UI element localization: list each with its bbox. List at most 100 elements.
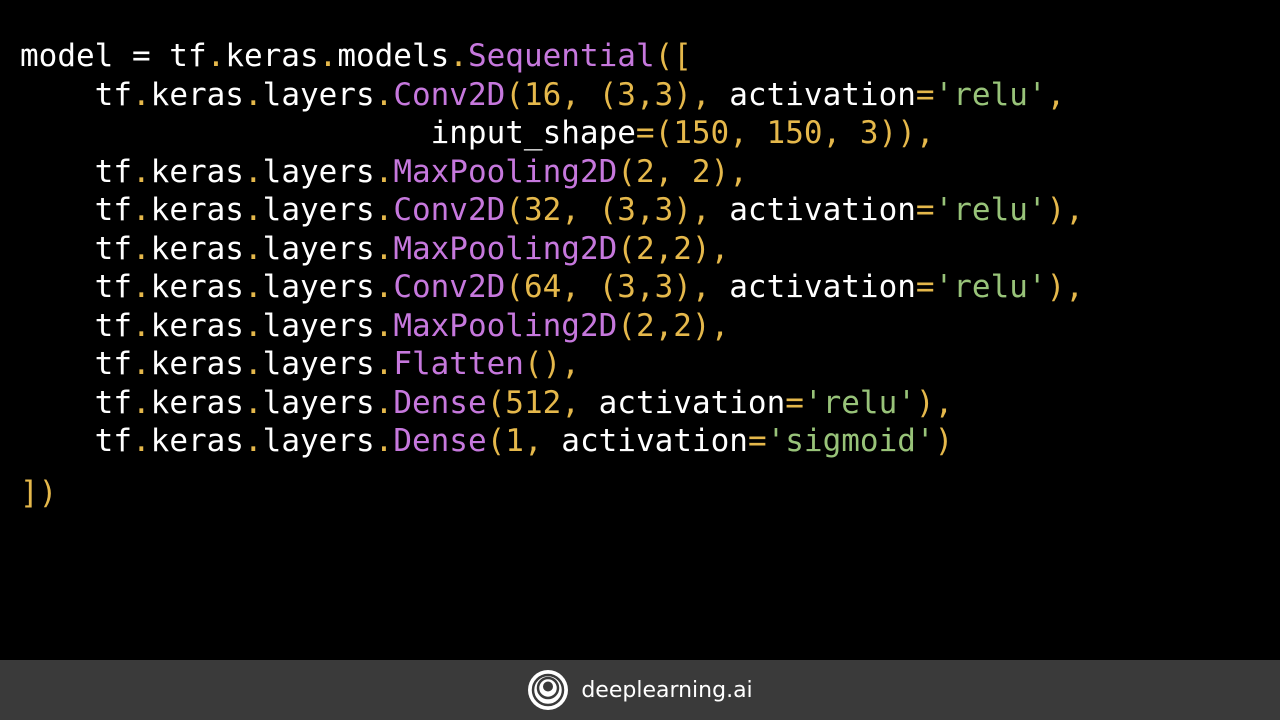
code-token-plain: keras: [225, 38, 319, 74]
code-line: tf.keras.layers.Dense(512, activation='r…: [20, 384, 1084, 423]
code-token-punct: ),: [1046, 192, 1084, 228]
code-token-punct: (64, (3,3),: [505, 269, 730, 305]
code-token-plain: tf: [20, 76, 132, 113]
code-token-punct: .: [131, 230, 151, 267]
code-token-punct: (512,: [486, 384, 599, 421]
code-line: tf.keras.layers.Conv2D(64, (3,3), activa…: [20, 268, 1084, 307]
code-token-punct: ): [934, 423, 954, 459]
code-token-plain: tf: [20, 153, 132, 190]
code-token-punct: (2,2),: [617, 307, 730, 344]
code-line: input_shape=(150, 150, 3)),: [20, 114, 1084, 153]
footer-bar: deeplearning.ai: [0, 660, 1280, 720]
code-token-punct: .: [374, 269, 394, 305]
code-token-plain: tf: [20, 307, 132, 344]
code-token-punct: .: [243, 384, 263, 421]
code-token-plain: keras: [150, 153, 244, 190]
code-token-plain: activation: [729, 192, 916, 228]
code-token-punct: .: [206, 38, 226, 74]
code-token-punct: =: [915, 192, 935, 228]
code-token-punct: (2,2),: [617, 230, 730, 267]
code-token-plain: model = tf: [20, 38, 207, 74]
code-token-punct: .: [374, 230, 394, 267]
code-token-punct: .: [131, 346, 151, 382]
code-token-punct: .: [243, 192, 263, 228]
code-token-call: Conv2D: [393, 192, 506, 228]
code-token-call: MaxPooling2D: [393, 307, 618, 344]
code-token-punct: .: [131, 76, 151, 113]
code-token-punct: ),: [915, 384, 954, 421]
code-token-punct: ),: [1046, 269, 1084, 305]
code-token-plain: keras: [150, 230, 244, 267]
code-block: model = tf.keras.models.Sequential([ tf.…: [20, 37, 1084, 526]
code-token-plain: keras: [150, 192, 244, 228]
code-token-plain: layers: [262, 307, 375, 344]
code-token-punct: (2, 2),: [617, 153, 748, 190]
code-line: tf.keras.layers.Flatten(),: [20, 345, 1084, 384]
code-token-punct: .: [374, 307, 394, 344]
code-token-plain: layers: [262, 346, 375, 382]
code-token-punct: .: [243, 153, 263, 190]
code-token-plain: input_shape: [20, 115, 636, 151]
code-token-call: Dense: [393, 384, 487, 421]
code-token-punct: .: [243, 346, 263, 382]
code-token-punct: .: [449, 38, 468, 74]
code-token-punct: .: [243, 423, 263, 459]
code-token-plain: tf: [20, 269, 132, 305]
code-token-punct: ([: [654, 38, 692, 74]
code-token-punct: =: [915, 269, 935, 305]
code-token-punct: .: [243, 76, 263, 113]
slide: model = tf.keras.models.Sequential([ tf.…: [0, 0, 1280, 720]
code-token-call: Sequential: [467, 38, 655, 74]
brand-name: deeplearning.ai: [581, 677, 753, 703]
code-token-punct: .: [243, 269, 263, 305]
code-token-punct: =(150, 150, 3)),: [635, 115, 935, 151]
code-token-punct: .: [374, 423, 394, 459]
code-line: tf.keras.layers.Dense(1, activation='sig…: [20, 422, 1084, 461]
code-token-plain: activation: [598, 384, 786, 421]
code-token-plain: layers: [262, 76, 375, 113]
code-token-punct: (1,: [486, 423, 562, 459]
code-token-plain: keras: [150, 307, 244, 344]
code-token-plain: keras: [150, 423, 244, 459]
code-line: ]): [20, 474, 1084, 526]
code-token-punct: .: [318, 38, 338, 74]
code-token-plain: keras: [150, 76, 244, 113]
code-token-plain: layers: [262, 423, 375, 459]
code-token-punct: ,: [1046, 76, 1066, 113]
code-token-plain: keras: [150, 269, 244, 305]
code-token-plain: models: [337, 38, 450, 74]
code-token-punct: .: [374, 76, 394, 113]
code-token-punct: .: [374, 346, 394, 382]
code-token-punct: .: [243, 307, 263, 344]
code-token-call: Flatten: [393, 346, 524, 382]
code-token-plain: keras: [150, 346, 244, 382]
code-token-call: Conv2D: [393, 269, 506, 305]
code-token-call: Conv2D: [393, 76, 506, 113]
code-token-plain: tf: [20, 384, 132, 421]
code-token-punct: (16, (3,3),: [505, 76, 730, 113]
code-token-plain: tf: [20, 192, 132, 228]
code-token-punct: .: [374, 384, 394, 421]
code-token-punct: =: [785, 384, 804, 421]
code-token-punct: .: [131, 192, 151, 228]
code-token-str: 'relu': [934, 192, 1047, 228]
code-token-plain: layers: [262, 384, 375, 421]
code-token-punct: .: [131, 423, 151, 459]
code-token-call: MaxPooling2D: [393, 153, 618, 190]
code-token-plain: tf: [20, 423, 132, 459]
code-token-call: Dense: [393, 423, 487, 459]
code-token-punct: .: [131, 384, 151, 421]
code-token-str: 'relu': [934, 269, 1047, 305]
code-token-punct: .: [374, 153, 394, 190]
code-token-punct: (),: [523, 346, 580, 382]
code-token-plain: activation: [729, 269, 916, 305]
code-token-plain: tf: [20, 230, 132, 267]
code-token-punct: ]): [20, 474, 58, 511]
code-line: tf.keras.layers.Conv2D(16, (3,3), activa…: [20, 76, 1084, 115]
code-token-punct: .: [243, 230, 263, 267]
code-line: tf.keras.layers.Conv2D(32, (3,3), activa…: [20, 191, 1084, 230]
code-token-str: 'relu': [803, 384, 916, 421]
code-token-str: 'sigmoid': [766, 423, 935, 459]
code-token-punct: (32, (3,3),: [505, 192, 730, 228]
code-token-punct: .: [131, 269, 151, 305]
